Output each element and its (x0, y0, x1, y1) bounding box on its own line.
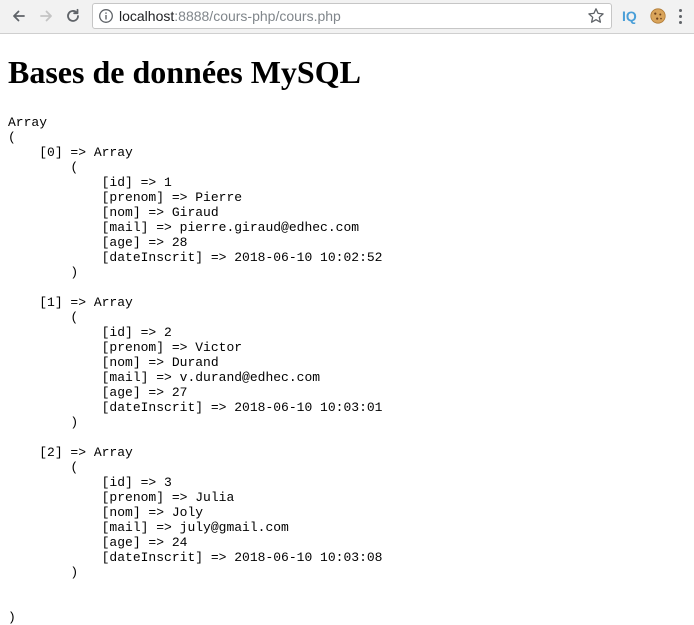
record-field: [prenom] => Julia (101, 490, 235, 505)
url-host: localhost (119, 8, 175, 24)
record-field: [id] => 2 (101, 325, 172, 340)
reload-icon (67, 8, 79, 22)
dump-array-label: Array (8, 115, 48, 130)
record-field: [mail] => v.durand@edhec.com (101, 370, 321, 385)
record-paren-open: ( (70, 460, 79, 475)
record-field: [id] => 1 (101, 175, 172, 190)
address-bar[interactable]: localhost:8888/cours-php/cours.php (92, 3, 612, 29)
url-text[interactable]: localhost:8888/cours-php/cours.php (119, 8, 341, 24)
record-field: [age] => 28 (101, 235, 188, 250)
record-field: [mail] => pierre.giraud@edhec.com (101, 220, 360, 235)
record-index-line: [0] => Array (39, 145, 133, 160)
record-paren-close: ) (70, 565, 79, 580)
record-field: [nom] => Durand (101, 355, 219, 370)
record-field: [prenom] => Pierre (101, 190, 243, 205)
record-field: [age] => 27 (101, 385, 188, 400)
back-button[interactable] (8, 5, 30, 27)
record-paren-close: ) (70, 415, 79, 430)
reload-button[interactable] (62, 5, 84, 27)
record-block: [0] => Array ( [id] => 1 [prenom] => Pie… (8, 145, 382, 280)
record-paren-open: ( (70, 160, 79, 175)
arrow-right-icon (40, 10, 52, 22)
dump-paren-open: ( (8, 130, 16, 145)
record-field: [nom] => Joly (101, 505, 204, 520)
record-field: [age] => 24 (101, 535, 188, 550)
record-field: [mail] => july@gmail.com (101, 520, 289, 535)
record-index-line: [1] => Array (39, 295, 133, 310)
record-block: [1] => Array ( [id] => 2 [prenom] => Vic… (8, 295, 382, 430)
array-dump: Array ( [0] => Array ( [id] => 1 [prenom… (8, 115, 382, 625)
cookie-icon[interactable] (649, 7, 667, 25)
record-field: [dateInscrit] => 2018-06-10 10:02:52 (101, 250, 383, 265)
browser-menu-button[interactable] (675, 7, 687, 25)
browser-toolbar: localhost:8888/cours-php/cours.php IQ (0, 0, 694, 34)
page-title: Bases de données MySQL (8, 54, 361, 90)
record-paren-close: ) (70, 265, 79, 280)
record-field: [prenom] => Victor (101, 340, 243, 355)
record-field: [dateInscrit] => 2018-06-10 10:03:01 (101, 400, 383, 415)
record-field: [dateInscrit] => 2018-06-10 10:03:08 (101, 550, 383, 565)
arrow-left-icon (13, 10, 25, 22)
iq-extension-button[interactable]: IQ (622, 7, 637, 25)
record-block: [2] => Array ( [id] => 3 [prenom] => Jul… (8, 445, 382, 580)
record-field: [id] => 3 (101, 475, 172, 490)
info-icon[interactable] (98, 8, 114, 24)
bookmark-star-icon[interactable] (587, 7, 605, 25)
record-index-line: [2] => Array (39, 445, 133, 460)
record-field: [nom] => Giraud (101, 205, 219, 220)
forward-button[interactable] (35, 5, 57, 27)
record-paren-open: ( (70, 310, 79, 325)
url-path: :8888/cours-php/cours.php (174, 8, 341, 24)
